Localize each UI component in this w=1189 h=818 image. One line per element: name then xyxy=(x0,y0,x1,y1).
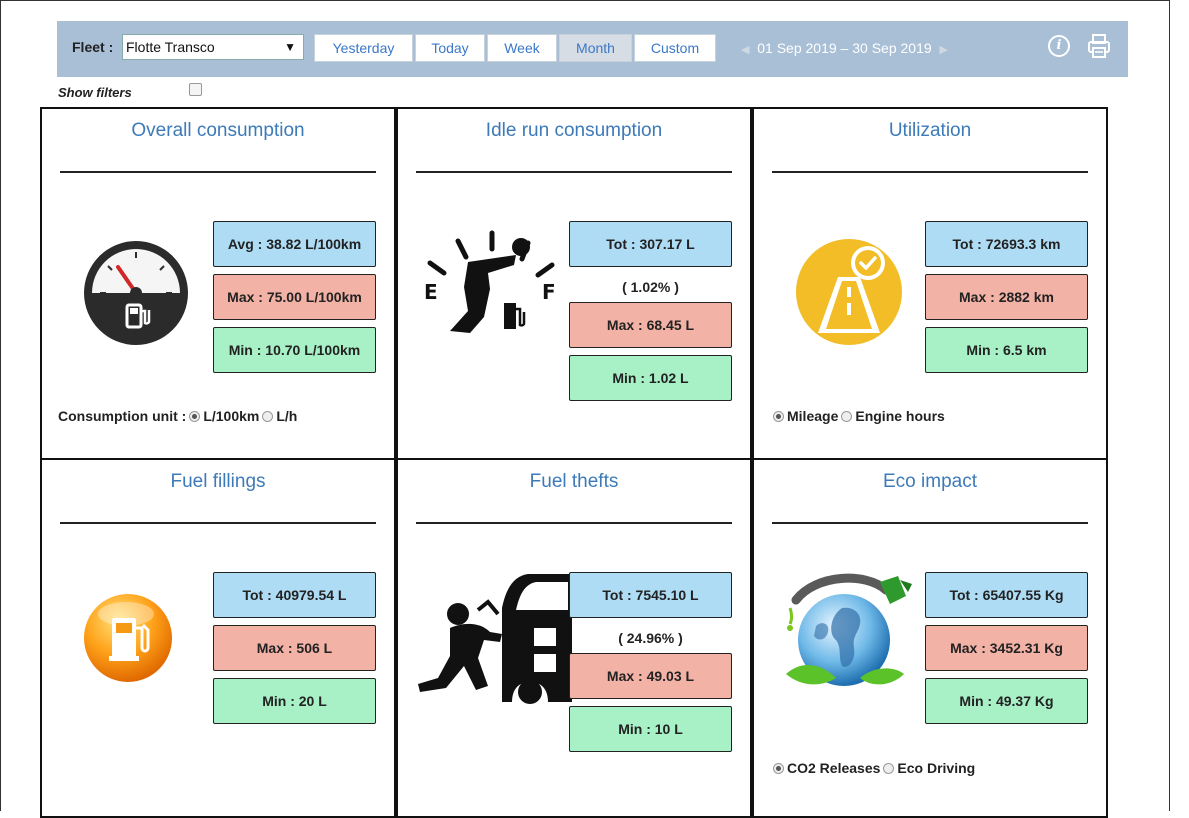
road-check-icon xyxy=(796,239,902,345)
consumption-unit-label: Consumption unit : xyxy=(58,408,187,424)
info-icon[interactable]: i xyxy=(1048,35,1070,57)
full-letter: F xyxy=(542,280,556,304)
idle-run-card: Idle run consumption E F Tot : 307.17 L … xyxy=(396,107,752,460)
unit-lh-label: L/h xyxy=(276,408,298,424)
next-period-icon[interactable]: ▶ xyxy=(939,44,947,56)
avg-consumption-stat: Avg : 38.82 L/100km xyxy=(213,221,376,267)
utilization-min-stat: Min : 6.5 km xyxy=(925,327,1088,373)
utilization-max-stat: Max : 2882 km xyxy=(925,274,1088,320)
co2-releases-radio[interactable] xyxy=(773,762,784,774)
card-title: Fuel thefts xyxy=(529,471,619,492)
fillings-min-stat: Min : 20 L xyxy=(213,678,376,724)
idle-max-stat: Max : 68.45 L xyxy=(569,302,732,348)
date-to: 30 Sep 2019 xyxy=(852,40,932,56)
mileage-label: Mileage xyxy=(787,408,839,424)
date-separator: – xyxy=(840,40,849,56)
eco-max-stat: Max : 3452.31 Kg xyxy=(925,625,1088,671)
period-custom-button[interactable]: Custom xyxy=(634,34,716,62)
divider xyxy=(772,171,1088,173)
card-title: Fuel fillings xyxy=(170,471,266,492)
min-consumption-stat: Min : 10.70 L/100km xyxy=(213,327,376,373)
fuel-pump-icon xyxy=(84,594,172,682)
show-filters-label: Show filters xyxy=(58,85,132,100)
fillings-max-stat: Max : 506 L xyxy=(213,625,376,671)
fillings-total-stat: Tot : 40979.54 L xyxy=(213,572,376,618)
eco-driving-radio[interactable] xyxy=(883,762,895,774)
divider xyxy=(416,522,732,524)
eco-min-stat: Min : 49.37 Kg xyxy=(925,678,1088,724)
utilization-mode-row: Mileage Engine hours xyxy=(770,408,945,424)
period-week-button[interactable]: Week xyxy=(487,34,557,62)
page-left-border xyxy=(0,0,1,811)
divider xyxy=(416,171,732,173)
fleet-label: Fleet : xyxy=(72,39,114,55)
dropdown-arrow-icon: ▼ xyxy=(284,40,296,54)
thefts-max-stat: Max : 49.03 L xyxy=(569,653,732,699)
period-yesterday-button[interactable]: Yesterday xyxy=(314,34,413,62)
eco-driving-label: Eco Driving xyxy=(897,760,976,776)
co2-releases-label: CO2 Releases xyxy=(787,760,881,776)
previous-period-icon[interactable]: ◀ xyxy=(741,44,749,56)
fleet-select[interactable]: Flotte Transco ▼ xyxy=(122,34,304,60)
eco-globe-icon xyxy=(786,573,912,686)
date-range: ◀ 01 Sep 2019 – 30 Sep 2019 ▶ xyxy=(741,40,948,56)
period-today-button[interactable]: Today xyxy=(415,34,485,62)
consumption-unit-row: Consumption unit : L/100km L/h xyxy=(58,408,297,424)
card-title: Eco impact xyxy=(883,471,977,492)
idle-percentage: ( 1.02% ) xyxy=(622,279,679,295)
card-title: Utilization xyxy=(888,120,972,141)
overall-consumption-card: Overall consumption Avg : 38.82 L/100km … xyxy=(40,107,396,460)
divider xyxy=(60,171,376,173)
print-icon[interactable] xyxy=(1087,33,1111,59)
date-from: 01 Sep 2019 xyxy=(757,40,837,56)
show-filters-checkbox[interactable] xyxy=(189,83,202,96)
max-consumption-stat: Max : 75.00 L/100km xyxy=(213,274,376,320)
thefts-percentage: ( 24.96% ) xyxy=(618,630,683,646)
fuel-theft-icon xyxy=(418,574,572,704)
idle-min-stat: Min : 1.02 L xyxy=(569,355,732,401)
empty-letter: E xyxy=(424,280,438,304)
eco-impact-card: Eco impact Tot : 65407.55 Kg Max : 3452.… xyxy=(752,458,1108,818)
card-title: Overall consumption xyxy=(131,120,305,141)
engine-hours-label: Engine hours xyxy=(855,408,945,424)
fuel-gauge-icon xyxy=(84,241,188,345)
utilization-total-stat: Tot : 72693.3 km xyxy=(925,221,1088,267)
toolbar: Fleet : Flotte Transco ▼ Yesterday Today… xyxy=(57,21,1128,77)
utilization-card: Utilization Tot : 72693.3 km Max : 2882 … xyxy=(752,107,1108,460)
card-title: Idle run consumption xyxy=(485,120,663,141)
engine-hours-radio[interactable] xyxy=(841,410,853,422)
thefts-total-stat: Tot : 7545.10 L xyxy=(569,572,732,618)
mileage-radio[interactable] xyxy=(773,410,784,422)
eco-total-stat: Tot : 65407.55 Kg xyxy=(925,572,1088,618)
divider xyxy=(60,522,376,524)
fleet-select-value: Flotte Transco xyxy=(126,39,215,55)
fuel-thefts-card: Fuel thefts Tot : 7545.10 L ( 24.96% ) M… xyxy=(396,458,752,818)
idle-total-stat: Tot : 307.17 L xyxy=(569,221,732,267)
period-month-button[interactable]: Month xyxy=(559,34,632,62)
unit-l100km-radio[interactable] xyxy=(189,410,201,422)
divider xyxy=(772,522,1088,524)
unit-l100km-label: L/100km xyxy=(203,408,260,424)
unit-lh-radio[interactable] xyxy=(262,410,274,422)
idle-driver-gauge-icon: E F xyxy=(424,230,556,333)
fuel-fillings-card: Fuel fillings Tot : 40979.54 L Max : 506… xyxy=(40,458,396,818)
eco-mode-row: CO2 Releases Eco Driving xyxy=(770,760,975,776)
thefts-min-stat: Min : 10 L xyxy=(569,706,732,752)
